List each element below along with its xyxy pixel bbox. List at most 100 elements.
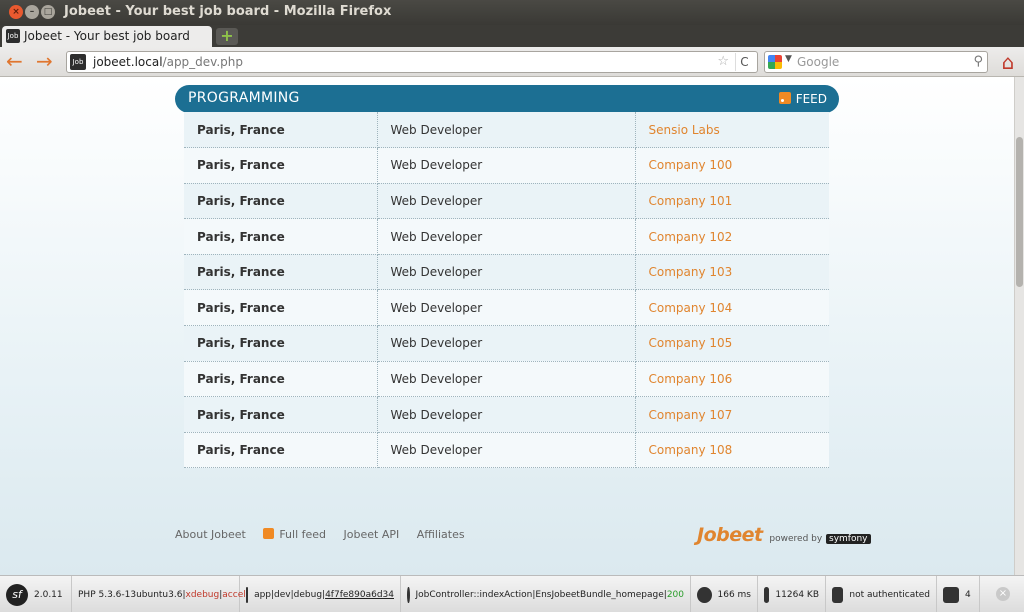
- close-icon[interactable]: ×: [996, 587, 1010, 601]
- job-company[interactable]: Sensio Labs: [635, 112, 829, 149]
- job-position[interactable]: Web Developer: [377, 396, 636, 433]
- search-icon[interactable]: ⚲: [973, 54, 983, 69]
- environment-item[interactable]: app|dev|debug| 4f7fe890a6d34: [240, 576, 401, 612]
- memory-item[interactable]: 11264 KB: [758, 576, 826, 612]
- jobs-table: Paris, France Web Developer Sensio Labs Par…: [184, 112, 829, 469]
- request-item[interactable]: JobController::indexAction|EnsJobeetBund…: [401, 576, 691, 612]
- sf-version: 2.0.11: [34, 589, 63, 600]
- reload-icon[interactable]: C: [735, 53, 753, 71]
- affiliates-link[interactable]: Affiliates: [417, 528, 465, 541]
- job-location[interactable]: Paris, France: [184, 396, 378, 433]
- job-row[interactable]: Paris, France Web Developer Company 108: [184, 432, 829, 469]
- job-company[interactable]: Company 107: [635, 396, 829, 433]
- job-company[interactable]: Company 106: [635, 361, 829, 398]
- page-scrollbar[interactable]: [1014, 77, 1024, 575]
- job-location[interactable]: Paris, France: [184, 325, 378, 362]
- job-company[interactable]: Company 103: [635, 254, 829, 291]
- job-location[interactable]: Paris, France: [184, 112, 378, 149]
- category-title[interactable]: PROGRAMMING: [188, 90, 300, 106]
- feed-link[interactable]: FEED: [778, 92, 827, 106]
- database-icon: [943, 586, 959, 603]
- job-company[interactable]: Company 102: [635, 218, 829, 255]
- job-location[interactable]: Paris, France: [184, 218, 378, 255]
- job-row[interactable]: Paris, France Web Developer Company 105: [184, 325, 829, 362]
- page-viewport: PROGRAMMING FEED Paris, France Web Develo…: [0, 77, 1014, 575]
- window-title-bar: × – □ Jobeet - Your best job board - Moz…: [0, 0, 1024, 25]
- job-row[interactable]: Paris, France Web Developer Company 100: [184, 147, 829, 184]
- gear-icon: [407, 586, 410, 603]
- navigation-bar: ← → Job jobeet.local/app_dev.php ☆ C ▼ G…: [0, 47, 1024, 77]
- db-queries-item[interactable]: 4: [937, 576, 980, 612]
- job-row[interactable]: Paris, France Web Developer Company 103: [184, 254, 829, 291]
- job-company[interactable]: Company 104: [635, 289, 829, 327]
- php-info-item[interactable]: PHP 5.3.6-13ubuntu3.6 | xdebug | accel: [72, 576, 246, 612]
- category-header: PROGRAMMING FEED: [175, 85, 839, 113]
- job-position[interactable]: Web Developer: [377, 325, 636, 362]
- scrollbar-thumb[interactable]: [1016, 137, 1023, 287]
- job-location[interactable]: Paris, France: [184, 183, 378, 220]
- queries-count: 4: [965, 589, 971, 600]
- url-host: jobeet.local: [93, 55, 163, 69]
- security-item[interactable]: not authenticated: [826, 576, 937, 612]
- job-row[interactable]: Paris, France Web Developer Company 106: [184, 361, 829, 398]
- job-company[interactable]: Company 108: [635, 432, 829, 469]
- config-icon: [246, 586, 249, 603]
- token-link[interactable]: 4f7fe890a6d34: [325, 590, 394, 600]
- job-position[interactable]: Web Developer: [377, 218, 636, 255]
- about-link[interactable]: About Jobeet: [175, 528, 246, 541]
- new-tab-button[interactable]: +: [216, 28, 238, 45]
- job-row[interactable]: Paris, France Web Developer Sensio Labs: [184, 112, 829, 149]
- full-feed-link[interactable]: Full feed: [263, 528, 326, 541]
- search-bar[interactable]: ▼ Google ⚲: [764, 51, 988, 73]
- chevron-down-icon[interactable]: ▼: [785, 54, 792, 64]
- memory-label: 11264 KB: [775, 589, 819, 600]
- user-label: not authenticated: [849, 589, 930, 600]
- job-location[interactable]: Paris, France: [184, 361, 378, 398]
- back-arrow-icon[interactable]: ←: [6, 51, 23, 71]
- job-location[interactable]: Paris, France: [184, 147, 378, 184]
- search-input[interactable]: Google: [797, 55, 839, 69]
- job-position[interactable]: Web Developer: [377, 361, 636, 398]
- api-link[interactable]: Jobeet API: [344, 528, 400, 541]
- environment-label: app|dev|debug|: [254, 589, 326, 600]
- sf-version-item[interactable]: sf 2.0.11: [0, 576, 72, 612]
- controller-label: JobController::indexAction|EnsJobeetBund…: [415, 589, 667, 600]
- rss-icon: [778, 92, 791, 104]
- job-company[interactable]: Company 100: [635, 147, 829, 184]
- job-row[interactable]: Paris, France Web Developer Company 101: [184, 183, 829, 220]
- feed-label: FEED: [795, 92, 827, 106]
- window-minimize-button[interactable]: –: [25, 5, 39, 19]
- browser-tab[interactable]: Job Jobeet - Your best job board: [2, 26, 212, 47]
- job-company[interactable]: Company 105: [635, 325, 829, 362]
- job-row[interactable]: Paris, France Web Developer Company 102: [184, 218, 829, 255]
- window-maximize-button[interactable]: □: [41, 5, 55, 19]
- rss-icon: [263, 528, 275, 539]
- forward-arrow-icon[interactable]: →: [36, 51, 53, 71]
- job-position[interactable]: Web Developer: [377, 254, 636, 291]
- job-location[interactable]: Paris, France: [184, 432, 378, 469]
- job-location[interactable]: Paris, France: [184, 289, 378, 327]
- job-position[interactable]: Web Developer: [377, 432, 636, 469]
- window-close-button[interactable]: ×: [9, 5, 23, 19]
- timer-item[interactable]: 166 ms: [691, 576, 758, 612]
- memory-icon: [764, 586, 770, 603]
- jobeet-logo[interactable]: Jobeet: [697, 524, 763, 546]
- job-position[interactable]: Web Developer: [377, 183, 636, 220]
- job-position[interactable]: Web Developer: [377, 289, 636, 327]
- job-position[interactable]: Web Developer: [377, 147, 636, 184]
- home-icon[interactable]: ⌂: [996, 50, 1020, 74]
- url-text[interactable]: jobeet.local/app_dev.php: [93, 55, 243, 69]
- job-row[interactable]: Paris, France Web Developer Company 107: [184, 396, 829, 433]
- job-company[interactable]: Company 101: [635, 183, 829, 220]
- url-bar[interactable]: Job jobeet.local/app_dev.php ☆ C: [66, 51, 758, 73]
- job-position[interactable]: Web Developer: [377, 112, 636, 149]
- bookmark-star-icon[interactable]: ☆: [717, 54, 729, 69]
- symfony-logo[interactable]: symfony: [826, 534, 871, 544]
- debug-toolbar: sf 2.0.11 PHP 5.3.6-13ubuntu3.6 | xdebug | a…: [0, 575, 1024, 612]
- xdebug-status: xdebug: [185, 589, 220, 600]
- job-location[interactable]: Paris, France: [184, 254, 378, 291]
- tab-strip: Job Jobeet - Your best job board +: [0, 25, 1024, 47]
- job-row[interactable]: Paris, France Web Developer Company 104: [184, 289, 829, 327]
- google-engine-icon[interactable]: [768, 55, 782, 69]
- stopwatch-icon: [697, 586, 712, 603]
